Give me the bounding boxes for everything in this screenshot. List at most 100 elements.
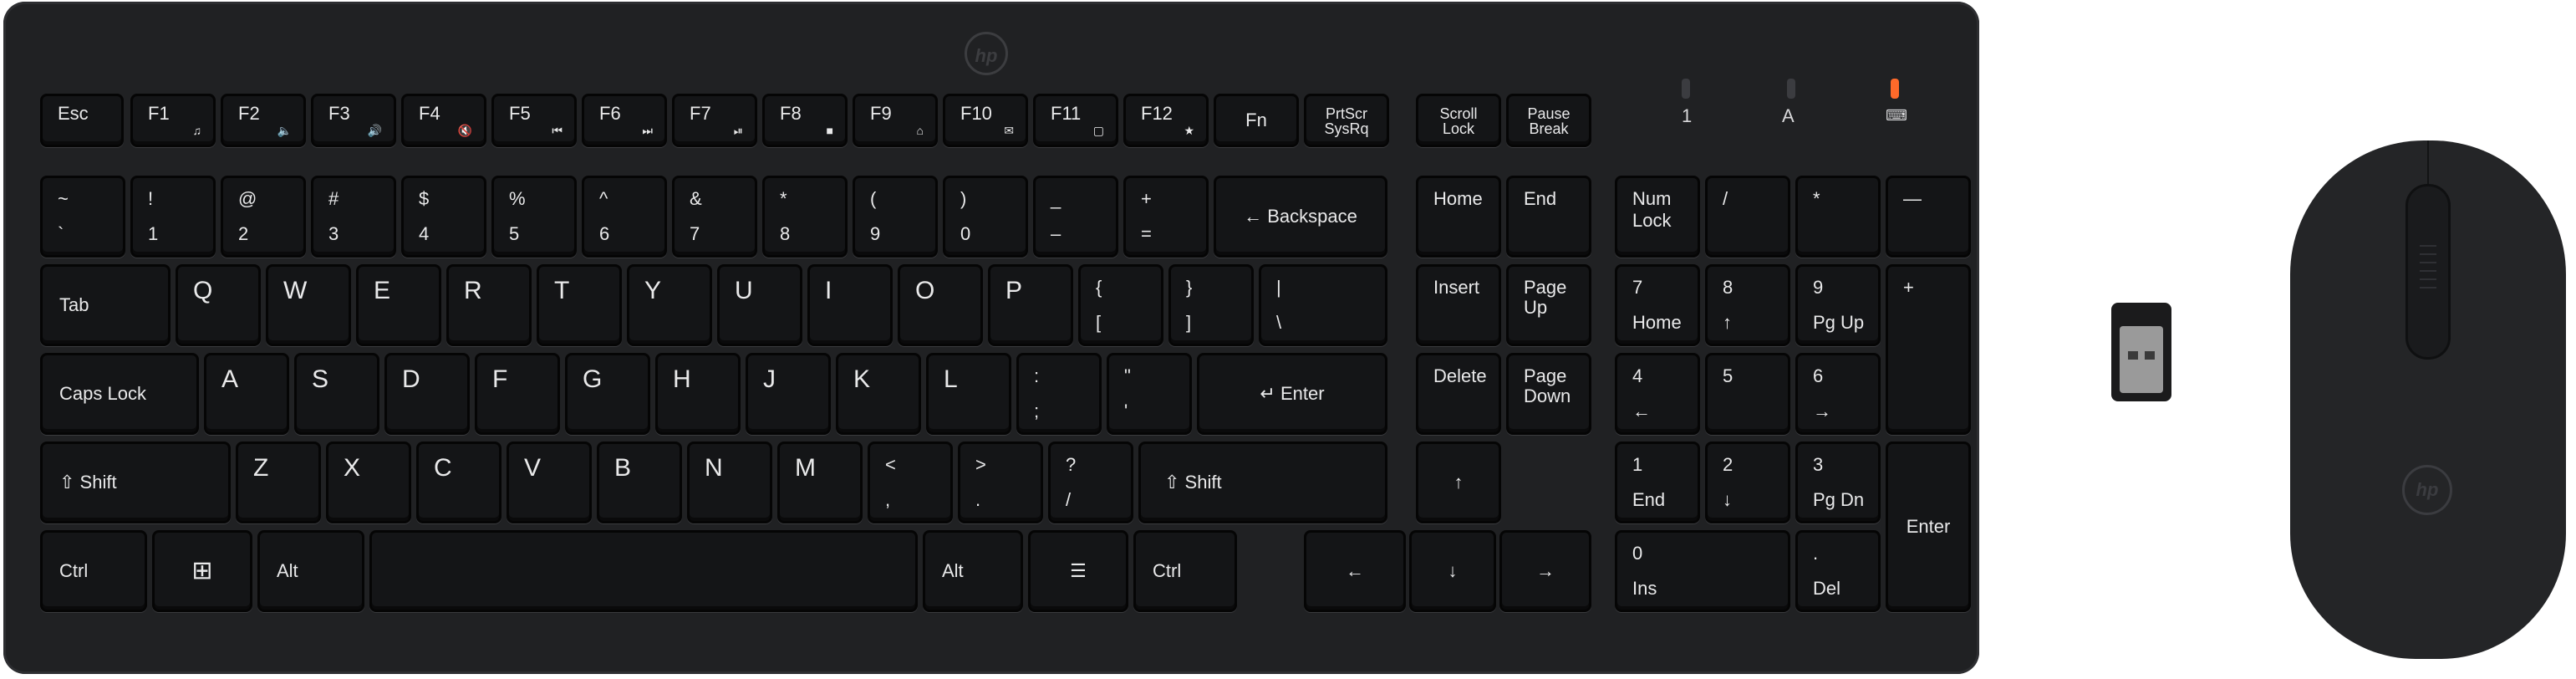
key-left-bracket[interactable]: {[	[1078, 264, 1163, 346]
key-numpad-8[interactable]: 8 ↑	[1705, 264, 1790, 346]
key-7[interactable]: & 7	[672, 176, 757, 258]
key-home[interactable]: Home	[1416, 176, 1501, 258]
key-w[interactable]: W	[266, 264, 351, 346]
key-v[interactable]: V	[507, 442, 592, 523]
key-left-ctrl[interactable]: Ctrl	[40, 530, 147, 612]
key-d[interactable]: D	[384, 353, 470, 435]
key-right-ctrl[interactable]: Ctrl	[1133, 530, 1237, 612]
key-r[interactable]: R	[446, 264, 532, 346]
key-a[interactable]: A	[204, 353, 289, 435]
key-arrow-down[interactable]: ↓	[1409, 530, 1496, 612]
key-left-shift[interactable]: ⇧ Shift	[40, 442, 231, 523]
key-f4[interactable]: F4 🔇	[401, 94, 486, 147]
key-numpad-5[interactable]: 5	[1705, 353, 1790, 435]
key-right-bracket[interactable]: }]	[1168, 264, 1254, 346]
key-f5[interactable]: F5 ⏮	[491, 94, 577, 147]
key-f10[interactable]: F10 ✉	[943, 94, 1028, 147]
key-menu[interactable]: ☰	[1028, 530, 1128, 612]
key-q[interactable]: Q	[176, 264, 261, 346]
key-b[interactable]: B	[597, 442, 682, 523]
key-quote[interactable]: " '	[1107, 353, 1192, 435]
key-numpad-2[interactable]: 2 ↓	[1705, 442, 1790, 523]
key-numpad-1[interactable]: 1 End	[1615, 442, 1700, 523]
key-8[interactable]: * 8	[762, 176, 848, 258]
key-equals[interactable]: + =	[1123, 176, 1209, 258]
key-f6[interactable]: F6 ⏭	[582, 94, 667, 147]
key-f2[interactable]: F2 🔈	[221, 94, 306, 147]
key-scroll-lock[interactable]: Scroll Lock	[1416, 94, 1501, 147]
key-4[interactable]: $4	[401, 176, 486, 258]
key-insert[interactable]: Insert	[1416, 264, 1501, 346]
key-j[interactable]: J	[746, 353, 831, 435]
key-windows[interactable]: ⊞	[152, 530, 252, 612]
key-f[interactable]: F	[475, 353, 560, 435]
key-numpad-enter[interactable]: Enter	[1886, 442, 1971, 612]
key-numpad-4[interactable]: 4 ←	[1615, 353, 1700, 435]
key-2[interactable]: @2	[221, 176, 306, 258]
key-comma[interactable]: <,	[868, 442, 953, 523]
key-backslash[interactable]: | \	[1259, 264, 1387, 346]
key-pause[interactable]: Pause Break	[1506, 94, 1591, 147]
key-enter[interactable]: ↵ Enter	[1197, 353, 1387, 435]
key-minus[interactable]: _ –	[1033, 176, 1118, 258]
key-backspace[interactable]: ← Backspace	[1214, 176, 1387, 258]
key-arrow-up[interactable]: ↑	[1416, 442, 1501, 523]
key-delete[interactable]: Delete	[1416, 353, 1501, 435]
key-5[interactable]: % 5	[491, 176, 577, 258]
key-tilde[interactable]: ~ `	[40, 176, 125, 258]
key-f1[interactable]: F1 ♫	[130, 94, 216, 147]
key-arrow-left[interactable]: ←	[1304, 530, 1406, 612]
key-right-alt[interactable]: Alt	[923, 530, 1023, 612]
key-l[interactable]: L	[926, 353, 1011, 435]
key-o[interactable]: O	[898, 264, 983, 346]
key-y[interactable]: Y	[627, 264, 712, 346]
key-slash[interactable]: ? /	[1048, 442, 1133, 523]
key-6[interactable]: ^ 6	[582, 176, 667, 258]
key-h[interactable]: H	[655, 353, 741, 435]
key-numpad-7[interactable]: 7 Home	[1615, 264, 1700, 346]
key-numpad-3[interactable]: 3 Pg Dn	[1795, 442, 1881, 523]
key-numpad-dot[interactable]: . Del	[1795, 530, 1881, 612]
key-left-alt[interactable]: Alt	[257, 530, 364, 612]
key-u[interactable]: U	[717, 264, 802, 346]
key-0[interactable]: ) 0	[943, 176, 1028, 258]
key-f7[interactable]: F7 ⏯	[672, 94, 757, 147]
key-prtscr[interactable]: PrtScr SysRq	[1304, 94, 1389, 147]
key-fn[interactable]: Fn	[1214, 94, 1299, 147]
key-k[interactable]: K	[836, 353, 921, 435]
key-n[interactable]: N	[687, 442, 772, 523]
key-numpad-0[interactable]: 0 Ins	[1615, 530, 1790, 612]
key-p[interactable]: P	[988, 264, 1073, 346]
key-9[interactable]: (9	[853, 176, 938, 258]
key-s[interactable]: S	[294, 353, 379, 435]
key-f12[interactable]: F12 ★	[1123, 94, 1209, 147]
key-3[interactable]: #3	[311, 176, 396, 258]
key-e[interactable]: E	[356, 264, 441, 346]
key-x[interactable]: X	[326, 442, 411, 523]
key-numpad-slash[interactable]: /	[1705, 176, 1790, 258]
key-f8[interactable]: F8 ■	[762, 94, 848, 147]
key-c[interactable]: C	[416, 442, 501, 523]
key-page-up[interactable]: Page Up	[1506, 264, 1591, 346]
key-page-down[interactable]: Page Down	[1506, 353, 1591, 435]
key-right-shift[interactable]: ⇧ Shift	[1138, 442, 1387, 523]
key-end[interactable]: End	[1506, 176, 1591, 258]
key-tab[interactable]: Tab	[40, 264, 171, 346]
key-period[interactable]: >.	[958, 442, 1043, 523]
key-numpad-star[interactable]: *	[1795, 176, 1881, 258]
key-f3[interactable]: F3 🔊	[311, 94, 396, 147]
key-numpad-plus[interactable]: +	[1886, 264, 1971, 435]
key-numpad-9[interactable]: 9 Pg Up	[1795, 264, 1881, 346]
key-g[interactable]: G	[565, 353, 650, 435]
key-numpad-minus[interactable]: —	[1886, 176, 1971, 258]
key-1[interactable]: ! 1	[130, 176, 216, 258]
key-z[interactable]: Z	[236, 442, 321, 523]
key-semicolon[interactable]: :;	[1016, 353, 1102, 435]
key-numpad-6[interactable]: 6 →	[1795, 353, 1881, 435]
key-f9[interactable]: F9 ⌂	[853, 94, 938, 147]
key-space[interactable]	[369, 530, 918, 612]
key-f11[interactable]: F11 ▢	[1033, 94, 1118, 147]
key-caps-lock[interactable]: Caps Lock	[40, 353, 199, 435]
key-num-lock[interactable]: Num Lock	[1615, 176, 1700, 258]
key-arrow-right[interactable]: →	[1499, 530, 1591, 612]
